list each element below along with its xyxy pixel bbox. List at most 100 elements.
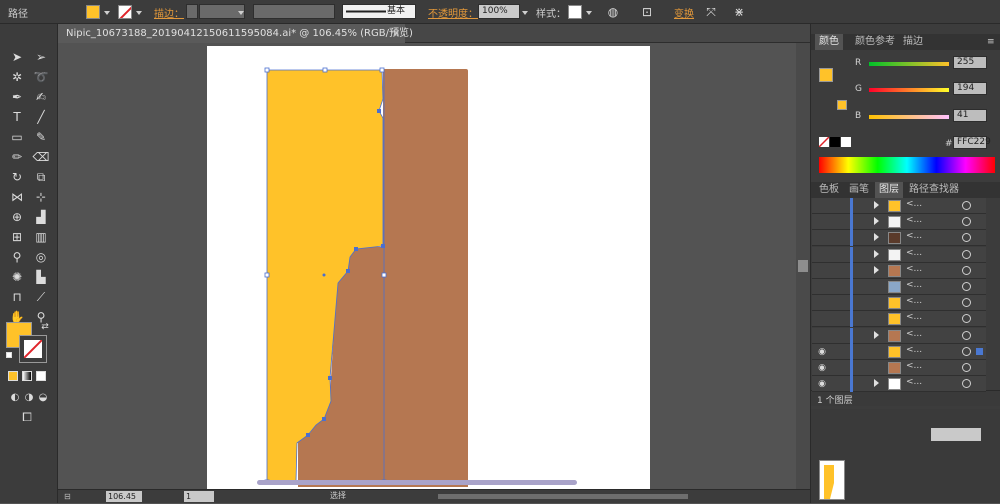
target-circle-icon[interactable] <box>962 217 971 227</box>
target-circle-icon[interactable] <box>962 330 971 340</box>
gradient-tool-icon[interactable]: ▥ <box>32 228 50 246</box>
g-slider[interactable] <box>869 88 949 92</box>
horizontal-scrollbar[interactable] <box>438 494 688 499</box>
white-swatch[interactable] <box>841 137 851 147</box>
none-mode-icon[interactable] <box>36 371 46 381</box>
tab-swatches[interactable]: 色板 <box>815 182 843 198</box>
layer-name[interactable]: <... <box>906 377 922 387</box>
panel-menu-icon[interactable]: ≡ <box>987 37 995 47</box>
expand-arrow-icon[interactable] <box>874 201 879 209</box>
rotate-tool-icon[interactable]: ↻ <box>8 168 26 186</box>
ground-shadow[interactable] <box>257 480 577 485</box>
slice-tool-icon[interactable]: ⟋ <box>32 288 50 306</box>
chevron-down-icon[interactable] <box>522 11 528 15</box>
color-spectrum[interactable] <box>819 157 995 173</box>
artboard-nav-icon[interactable]: ⊟ <box>64 492 71 501</box>
symbol-sprayer-icon[interactable]: ✺ <box>8 268 26 286</box>
layer-name[interactable]: <... <box>906 264 922 274</box>
layer-name[interactable]: <... <box>906 296 922 306</box>
eye-icon[interactable] <box>816 297 828 309</box>
free-transform-icon[interactable]: ⊹ <box>32 188 50 206</box>
eye-icon[interactable]: ◉ <box>816 362 828 374</box>
width-tool-icon[interactable]: ⋈ <box>8 188 26 206</box>
tab-brushes[interactable]: 画笔 <box>845 182 873 198</box>
fill-swatch[interactable] <box>86 5 100 19</box>
target-circle-icon[interactable] <box>962 346 971 356</box>
target-circle-icon[interactable] <box>962 265 971 275</box>
layer-name[interactable]: <... <box>906 329 922 339</box>
hex-value-input[interactable]: FFC229 <box>953 136 991 149</box>
eye-icon[interactable] <box>816 232 828 244</box>
target-circle-icon[interactable] <box>962 379 971 389</box>
layer-name[interactable]: <... <box>906 312 922 322</box>
eye-icon[interactable] <box>816 281 828 293</box>
layer-row[interactable]: <... <box>812 279 986 295</box>
eye-icon[interactable] <box>816 249 828 261</box>
expand-arrow-icon[interactable] <box>874 330 879 339</box>
target-circle-icon[interactable] <box>962 363 971 372</box>
line-tool-icon[interactable]: ╱ <box>32 108 50 126</box>
r-slider[interactable] <box>869 62 949 66</box>
layer-row[interactable]: <... <box>812 214 986 231</box>
close-icon[interactable]: × <box>392 24 400 43</box>
eye-icon[interactable] <box>816 200 828 212</box>
transform-label[interactable]: 变换 <box>674 5 694 20</box>
more-options-icon[interactable]: ⋇ <box>730 3 748 21</box>
eye-icon[interactable]: ◉ <box>816 346 828 358</box>
variable-width-profile[interactable] <box>253 4 335 19</box>
page-input[interactable]: 1 <box>184 491 214 502</box>
layer-row[interactable]: <... <box>812 327 986 344</box>
screen-mode-icon[interactable]: ⧠ <box>18 408 36 426</box>
shape-builder-icon[interactable]: ⊕ <box>8 208 26 226</box>
g-value-input[interactable]: 194 <box>953 82 987 95</box>
target-circle-icon[interactable] <box>962 282 971 291</box>
r-value-input[interactable]: 255 <box>953 56 987 69</box>
eyedropper-icon[interactable]: ⚲ <box>8 248 26 266</box>
curvature-tool-icon[interactable]: ✍ <box>32 88 50 106</box>
recolor-artwork-icon[interactable]: ◍ <box>604 3 622 21</box>
tab-color[interactable]: 颜色 <box>815 34 843 50</box>
layer-row[interactable]: ◉ <... <box>812 376 986 393</box>
layer-name[interactable]: <... <box>906 280 922 290</box>
stroke-weight-stepper[interactable] <box>186 4 198 19</box>
layer-row[interactable]: <... <box>812 311 986 328</box>
expand-arrow-icon[interactable] <box>874 249 879 258</box>
pen-tool-icon[interactable]: ✒ <box>8 88 26 106</box>
layer-row[interactable]: ◉ <... <box>812 343 986 360</box>
color-fill-box[interactable] <box>819 68 833 82</box>
canvas-area[interactable] <box>58 43 796 492</box>
b-slider[interactable] <box>869 115 949 119</box>
brush-definition-dropdown[interactable]: 基本 <box>342 4 416 19</box>
color-mode-icon[interactable] <box>8 371 18 381</box>
paintbrush-tool-icon[interactable]: ✎ <box>32 128 50 146</box>
target-circle-icon[interactable] <box>962 298 971 308</box>
eraser-tool-icon[interactable]: ⌫ <box>32 148 50 166</box>
gradient-mode-icon[interactable] <box>22 371 32 381</box>
magic-wand-icon[interactable]: ✲ <box>8 68 26 86</box>
graph-tool-icon[interactable]: ▙ <box>32 268 50 286</box>
pencil-tool-icon[interactable]: ✏ <box>8 148 26 166</box>
tab-layers[interactable]: 图层 <box>875 182 903 198</box>
eye-icon[interactable] <box>816 265 828 277</box>
expand-arrow-icon[interactable] <box>874 265 879 274</box>
selection-tool-icon[interactable]: ➤ <box>8 48 26 66</box>
chevron-down-icon[interactable] <box>136 11 142 15</box>
graphic-style-swatch[interactable] <box>568 5 582 19</box>
stroke-swatch[interactable] <box>118 5 132 19</box>
expand-arrow-icon[interactable] <box>874 379 879 388</box>
draw-inside-icon[interactable]: ◒ <box>34 389 52 407</box>
expand-arrow-icon[interactable] <box>874 217 879 226</box>
scale-tool-icon[interactable]: ⧉ <box>32 168 50 186</box>
eye-icon[interactable] <box>816 330 828 342</box>
layer-row[interactable]: <... <box>812 295 986 312</box>
direct-selection-tool-icon[interactable]: ➢ <box>32 48 50 66</box>
tab-color-guide[interactable]: 颜色参考 <box>851 34 899 50</box>
chevron-down-icon[interactable] <box>586 11 592 15</box>
mesh-tool-icon[interactable]: ⊞ <box>8 228 26 246</box>
vertical-scroll-thumb[interactable] <box>798 260 808 272</box>
swap-colors-icon[interactable]: ⇄ <box>36 318 54 336</box>
target-circle-icon[interactable] <box>962 201 971 210</box>
layer-name[interactable]: <... <box>906 215 922 225</box>
expand-arrow-icon[interactable] <box>874 233 879 242</box>
layer-name[interactable]: <... <box>906 199 922 209</box>
